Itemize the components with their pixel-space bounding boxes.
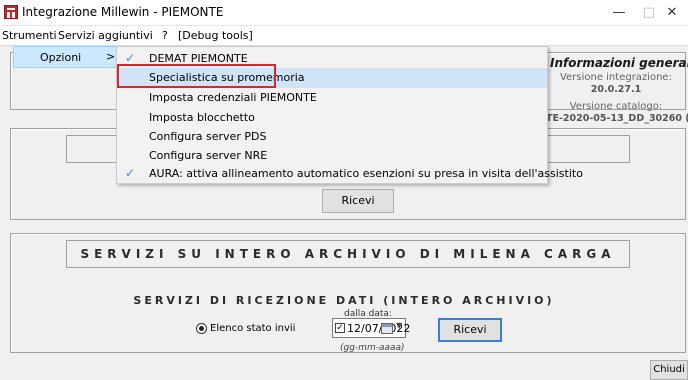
menu-item-label: Imposta blocchetto <box>149 111 255 124</box>
check-icon: ✓ <box>125 51 136 65</box>
chevron-right-icon: > <box>106 50 116 63</box>
menu-item-server-pds[interactable]: Configura server PDS <box>117 127 547 147</box>
info-panel: Informazioni generali Versione integrazi… <box>546 54 688 124</box>
title-bar: Integrazione Millewin - PIEMONTE — □ ✕ <box>0 0 688 26</box>
archive-services-header: SERVIZI SU INTERO ARCHIVIO DI MILENA CAR… <box>66 240 630 268</box>
highlight-annotation-box <box>117 64 276 88</box>
menu-debug-tools[interactable]: [Debug tools] <box>178 29 253 42</box>
check-icon: ✓ <box>125 166 136 180</box>
menu-item-aura[interactable]: ✓ AURA: attiva allineamento automatico e… <box>117 164 583 184</box>
date-enable-checkbox[interactable]: ✓ <box>335 323 345 333</box>
menu-strumenti[interactable]: Strumenti <box>2 29 57 42</box>
calendar-icon[interactable] <box>381 323 393 334</box>
menu-item-label: AURA: attiva allineamento automatico ese… <box>149 167 583 180</box>
submenu-opzioni-label: Opzioni <box>40 51 82 64</box>
catalog-version-value: TE-2020-05-13_DD_30260 (2.4.1 <box>546 113 688 124</box>
menu-item-imposta-credenziali[interactable]: Imposta credenziali PIEMONTE <box>117 88 547 108</box>
window-title: Integrazione Millewin - PIEMONTE <box>22 5 224 19</box>
date-picker[interactable]: ✓ 12/07/2022 ▼ <box>332 318 410 338</box>
menu-item-label: Configura server NRE <box>149 149 268 162</box>
menu-bar: Strumenti Servizi aggiuntivi ? [Debug to… <box>0 26 688 46</box>
close-window-button[interactable]: ✕ <box>656 0 688 26</box>
catalog-version-label: Versione catalogo: <box>569 101 663 112</box>
status-list-radio[interactable] <box>196 323 207 334</box>
menu-item-server-nre[interactable]: Configura server NRE <box>117 146 547 166</box>
integration-version-value: 20.0.27.1 <box>590 84 642 95</box>
app-logo-icon <box>4 5 18 19</box>
receive-button-bottom[interactable]: Ricevi <box>438 318 502 342</box>
menu-item-label: Imposta credenziali PIEMONTE <box>149 91 317 104</box>
date-format-hint: (gg-mm-aaaa) <box>340 343 405 353</box>
info-title: Informazioni generali <box>550 56 688 70</box>
receive-button-middle[interactable]: Ricevi <box>322 189 394 213</box>
submenu-opzioni[interactable]: Opzioni > <box>13 46 121 68</box>
menu-help[interactable]: ? <box>162 29 168 42</box>
chevron-down-icon[interactable]: ▼ <box>396 321 402 330</box>
receive-services-title: SERVIZI DI RICEZIONE DATI (INTERO ARCHIV… <box>133 294 555 307</box>
integration-version-label: Versione integrazione: <box>560 72 672 83</box>
status-list-radio-label[interactable]: Elenco stato invii <box>210 323 295 334</box>
menu-item-label: Configura server PDS <box>149 130 267 143</box>
menu-servizi-aggiuntivi[interactable]: Servizi aggiuntivi <box>58 29 153 42</box>
close-button[interactable]: Chiudi <box>650 360 688 380</box>
menu-item-imposta-blocchetto[interactable]: Imposta blocchetto <box>117 108 547 128</box>
